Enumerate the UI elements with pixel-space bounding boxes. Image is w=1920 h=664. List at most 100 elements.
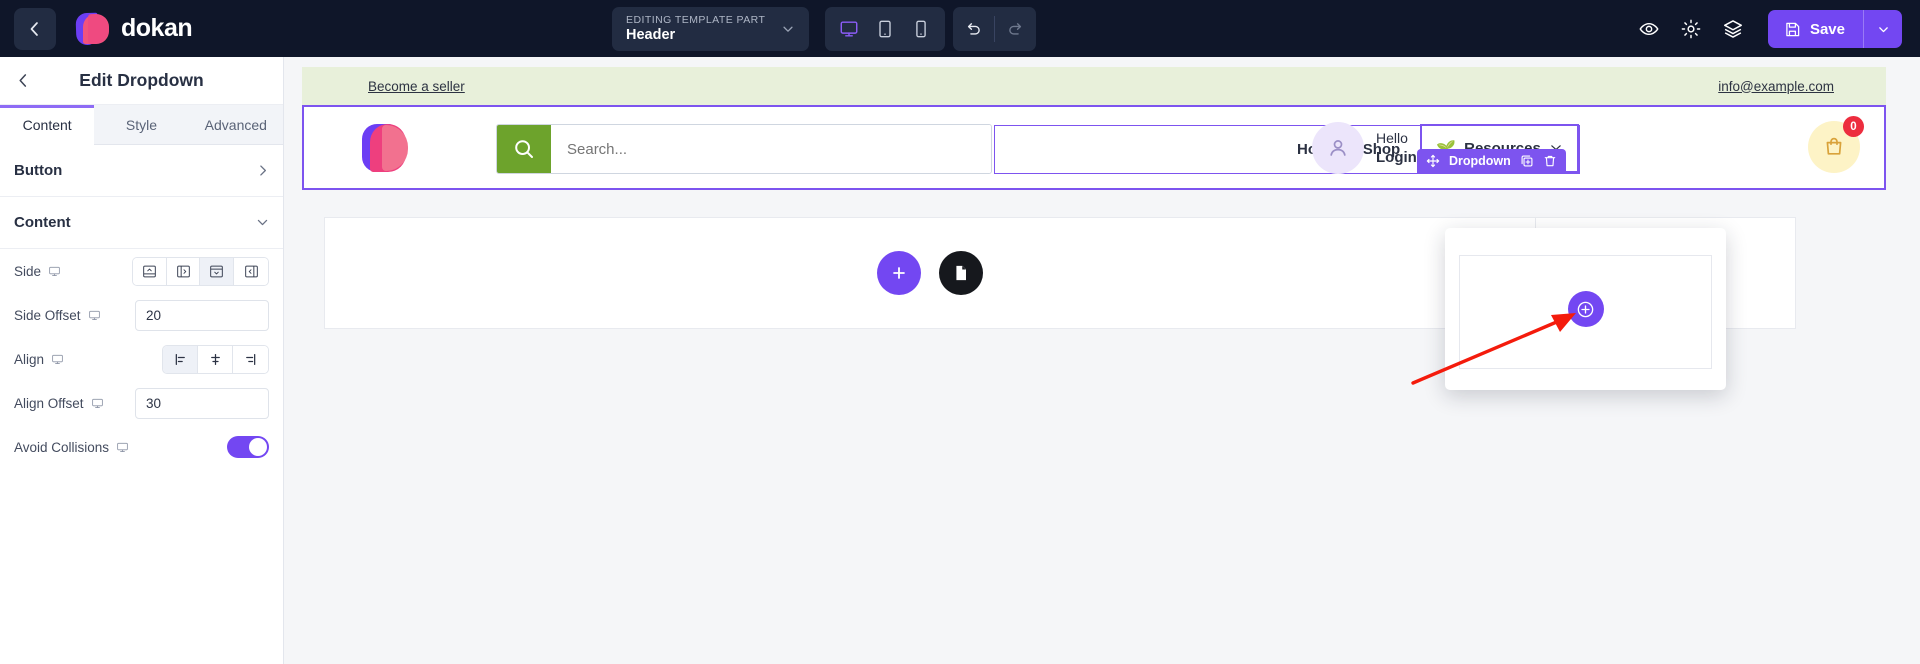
align-center-button[interactable] bbox=[198, 345, 233, 373]
tab-style[interactable]: Style bbox=[94, 105, 189, 145]
site-preview: Become a seller info@example.com Home Sh… bbox=[302, 67, 1886, 190]
add-section-button[interactable] bbox=[877, 251, 921, 295]
align-end-icon bbox=[246, 353, 256, 365]
side-label-wrap: Side bbox=[14, 264, 132, 279]
tab-content[interactable]: Content bbox=[0, 105, 95, 145]
site-search bbox=[496, 124, 992, 174]
dokan-brand[interactable]: dokan bbox=[75, 12, 193, 46]
save-label: Save bbox=[1809, 20, 1845, 38]
shopping-bag-icon bbox=[1826, 137, 1842, 155]
cart-count-badge: 0 bbox=[1843, 116, 1864, 137]
search-button[interactable] bbox=[497, 125, 551, 173]
device-desktop-button[interactable] bbox=[831, 11, 867, 47]
avoid-collisions-label: Avoid Collisions bbox=[14, 439, 110, 455]
avoid-collisions-toggle[interactable] bbox=[227, 436, 269, 458]
monitor-icon bbox=[840, 21, 858, 37]
move-icon bbox=[1426, 154, 1440, 168]
element-toolbar-dropdown: Dropdown bbox=[1417, 149, 1566, 173]
side-left-button[interactable] bbox=[234, 257, 268, 285]
save-group: Save bbox=[1767, 10, 1902, 48]
chevron-down-icon bbox=[257, 219, 268, 226]
device-tablet-button[interactable] bbox=[867, 11, 903, 47]
template-part-selector[interactable]: EDITING TEMPLATE PART Header bbox=[612, 7, 809, 51]
save-button[interactable]: Save bbox=[1768, 10, 1863, 48]
duplicate-icon bbox=[1521, 155, 1533, 167]
avoid-collisions-label-wrap: Avoid Collisions bbox=[14, 440, 174, 455]
chevron-down-icon bbox=[1878, 26, 1888, 32]
section-button-label: Button bbox=[14, 162, 63, 179]
topbar-right-tools: Save bbox=[1628, 7, 1902, 51]
side-bottom-button[interactable] bbox=[200, 257, 235, 285]
side-offset-label-wrap: Side Offset bbox=[14, 308, 135, 323]
settings-panel: Edit Dropdown Content Style Advanced But… bbox=[0, 57, 284, 664]
align-offset-label: Align Offset bbox=[14, 395, 84, 411]
document-icon bbox=[956, 265, 966, 281]
side-right-button[interactable] bbox=[166, 257, 201, 285]
dropdown-popup-preview bbox=[1445, 228, 1726, 390]
monitor-icon[interactable] bbox=[116, 441, 129, 454]
side-top-button[interactable] bbox=[132, 257, 167, 285]
user-icon bbox=[1330, 140, 1346, 156]
align-offset-label-wrap: Align Offset bbox=[14, 396, 135, 411]
move-handle-icon[interactable] bbox=[1426, 154, 1440, 168]
chevron-left-icon bbox=[18, 74, 26, 87]
editor-back-button[interactable] bbox=[14, 7, 56, 50]
gear-icon bbox=[1681, 19, 1701, 39]
panel-top-icon bbox=[142, 265, 156, 277]
tablet-icon bbox=[879, 20, 891, 38]
settings-button[interactable] bbox=[1670, 7, 1712, 51]
site-email-link[interactable]: info@example.com bbox=[1718, 79, 1834, 94]
redo-icon bbox=[1009, 22, 1022, 35]
align-label: Align bbox=[14, 351, 45, 367]
panel-right-icon bbox=[176, 265, 190, 277]
monitor-icon[interactable] bbox=[88, 309, 101, 322]
monitor-icon[interactable] bbox=[48, 265, 61, 278]
section-content-label: Content bbox=[14, 214, 71, 231]
duplicate-element-button[interactable] bbox=[1520, 154, 1534, 168]
become-a-seller-link[interactable]: Become a seller bbox=[368, 79, 465, 94]
dropdown-add-widget-button[interactable] bbox=[1567, 291, 1604, 327]
page-body-section bbox=[324, 217, 1536, 329]
floppy-disk-icon bbox=[1786, 22, 1800, 36]
search-input[interactable] bbox=[551, 125, 991, 173]
cart-button[interactable]: 0 bbox=[1808, 116, 1864, 173]
align-label-wrap: Align bbox=[14, 352, 136, 367]
chevron-right-icon bbox=[260, 165, 266, 176]
chevron-left-icon bbox=[30, 21, 38, 36]
panel-tabs: Content Style Advanced bbox=[0, 105, 283, 145]
save-options-button[interactable] bbox=[1864, 10, 1902, 48]
panel-back-button[interactable] bbox=[8, 66, 38, 96]
align-options bbox=[162, 344, 269, 374]
layers-icon bbox=[1723, 20, 1742, 38]
undo-button[interactable] bbox=[953, 7, 994, 51]
align-end-button[interactable] bbox=[233, 345, 268, 373]
section-content[interactable]: Content bbox=[0, 197, 283, 249]
delete-element-button[interactable] bbox=[1543, 154, 1557, 168]
monitor-icon[interactable] bbox=[51, 353, 64, 366]
align-start-button[interactable] bbox=[163, 345, 198, 373]
preview-button[interactable] bbox=[1628, 7, 1670, 51]
side-offset-input[interactable] bbox=[135, 299, 269, 331]
device-mobile-button[interactable] bbox=[903, 11, 939, 47]
section-button[interactable]: Button bbox=[0, 145, 283, 197]
side-label: Side bbox=[14, 263, 42, 279]
layers-button[interactable] bbox=[1712, 7, 1754, 51]
brand-label: dokan bbox=[121, 14, 193, 42]
site-logo-icon[interactable] bbox=[362, 123, 408, 172]
history-controls bbox=[953, 7, 1036, 51]
trash-icon bbox=[1544, 155, 1556, 167]
toggle-knob bbox=[249, 438, 267, 456]
editor-canvas: Become a seller info@example.com Home Sh… bbox=[284, 57, 1920, 664]
panel-bottom-icon bbox=[210, 265, 224, 277]
control-row-align: Align bbox=[0, 337, 283, 381]
search-icon bbox=[515, 140, 533, 158]
redo-button[interactable] bbox=[995, 7, 1036, 51]
device-switcher bbox=[825, 7, 945, 51]
monitor-icon[interactable] bbox=[91, 397, 104, 410]
element-badge-label: Dropdown bbox=[1449, 154, 1511, 168]
align-offset-input[interactable] bbox=[135, 387, 269, 419]
add-template-button[interactable] bbox=[939, 251, 983, 295]
panel-header: Edit Dropdown bbox=[0, 57, 283, 105]
tab-advanced[interactable]: Advanced bbox=[188, 105, 283, 145]
side-options bbox=[131, 256, 269, 286]
